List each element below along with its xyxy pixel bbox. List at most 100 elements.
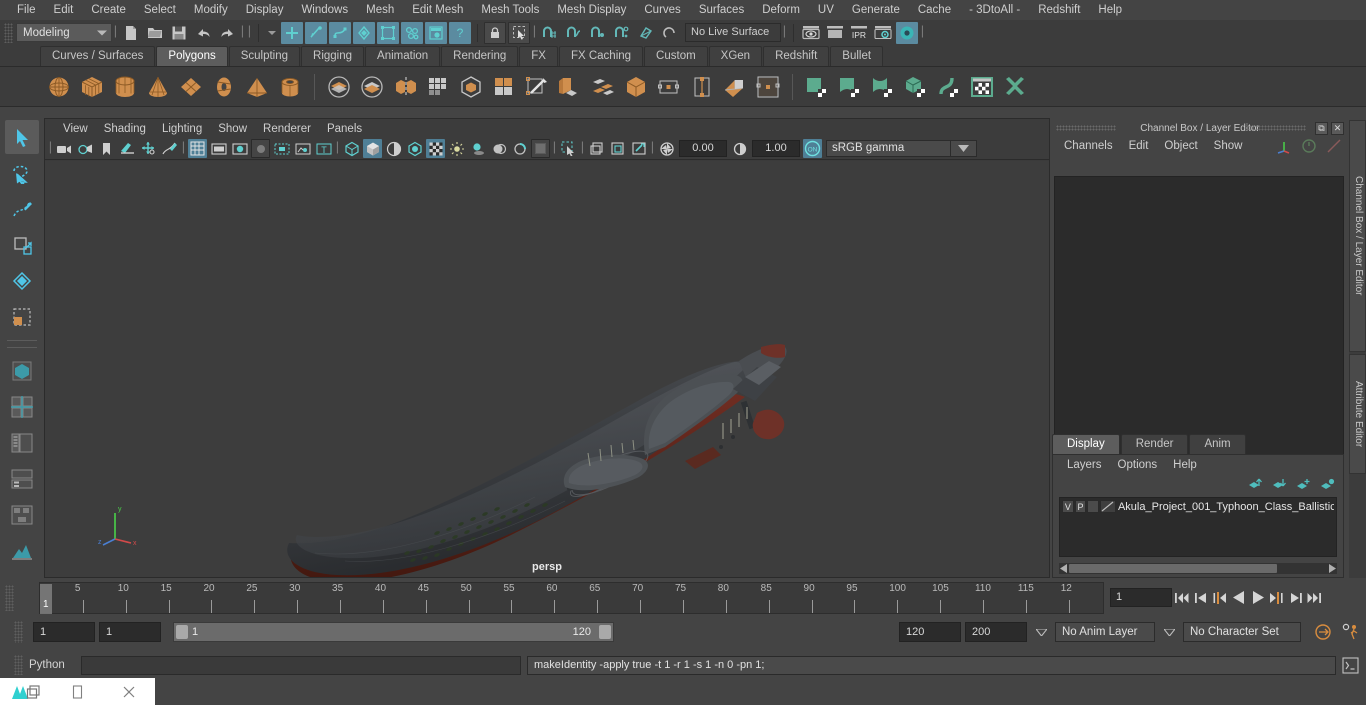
play-backwards-icon[interactable] bbox=[1230, 588, 1247, 608]
menu-item-modify[interactable]: Modify bbox=[185, 0, 237, 20]
exposure-field[interactable]: 0.00 bbox=[679, 140, 727, 157]
channel-box-menu-edit[interactable]: Edit bbox=[1121, 140, 1157, 152]
playback-end-time-field[interactable]: 120 bbox=[899, 622, 961, 642]
render-settings-icon[interactable] bbox=[872, 22, 894, 44]
shelf-tab-sculpting[interactable]: Sculpting bbox=[229, 46, 300, 66]
menu-item-windows[interactable]: Windows bbox=[292, 0, 357, 20]
status-line-grip[interactable] bbox=[4, 23, 13, 43]
menu-item-3dtoall[interactable]: - 3DtoAll - bbox=[960, 0, 1029, 20]
menu-item-file[interactable]: File bbox=[8, 0, 45, 20]
step-forward-key-icon[interactable] bbox=[1268, 588, 1285, 608]
polygon-cylinder-icon[interactable] bbox=[110, 72, 140, 102]
layer-menu-options[interactable]: Options bbox=[1110, 459, 1166, 471]
safe-action-icon[interactable] bbox=[293, 139, 312, 158]
viewport-snapshot-icon[interactable] bbox=[629, 139, 648, 158]
command-line-grip[interactable] bbox=[14, 655, 23, 675]
menu-item-create[interactable]: Create bbox=[82, 0, 135, 20]
move-layer-down-icon[interactable] bbox=[1272, 478, 1287, 491]
menu-item-edit[interactable]: Edit bbox=[45, 0, 83, 20]
film-gate-icon[interactable] bbox=[209, 139, 228, 158]
menu-item-display[interactable]: Display bbox=[237, 0, 293, 20]
boolean-difference-icon[interactable] bbox=[357, 72, 387, 102]
sculpt-geometry-icon[interactable] bbox=[753, 72, 783, 102]
anim-layer-chevron-icon[interactable] bbox=[1031, 622, 1051, 642]
shelf-tab-rigging[interactable]: Rigging bbox=[301, 46, 364, 66]
menu-set-selector[interactable]: Modeling bbox=[16, 23, 112, 42]
viewport-menu-shading[interactable]: Shading bbox=[96, 123, 154, 135]
redo-button[interactable] bbox=[216, 22, 238, 44]
gate-mask-icon[interactable] bbox=[251, 139, 270, 158]
view-transform-enabled-icon[interactable]: ON bbox=[803, 139, 822, 158]
quad-draw-icon[interactable] bbox=[720, 72, 750, 102]
layer-list-horizontal-scrollbar[interactable] bbox=[1059, 563, 1337, 574]
script-editor-icon[interactable] bbox=[1340, 655, 1360, 675]
bookmark-icon[interactable] bbox=[97, 139, 116, 158]
range-left-handle[interactable] bbox=[176, 625, 188, 639]
layer-editor-tab-render[interactable]: Render bbox=[1121, 434, 1189, 454]
menu-item-help[interactable]: Help bbox=[1089, 0, 1131, 20]
scroll-right-arrow-icon[interactable] bbox=[1328, 564, 1336, 573]
polygon-cone-icon[interactable] bbox=[143, 72, 173, 102]
viewport-toolbar-grip[interactable]: | bbox=[47, 139, 54, 159]
hardware-texture-icon[interactable] bbox=[405, 139, 424, 158]
curve-icon[interactable] bbox=[1326, 138, 1342, 154]
manipulator-axis-icon[interactable] bbox=[1276, 138, 1292, 154]
exposure-icon[interactable] bbox=[657, 139, 676, 158]
menu-item-edit-mesh[interactable]: Edit Mesh bbox=[403, 0, 472, 20]
uv-unfold-icon[interactable] bbox=[934, 72, 964, 102]
sidebar-tab-attribute-editor[interactable]: Attribute Editor bbox=[1349, 354, 1366, 474]
smooth-icon[interactable] bbox=[456, 72, 486, 102]
range-slider[interactable]: 1 120 bbox=[173, 622, 614, 642]
polygon-pipe-icon[interactable] bbox=[275, 72, 305, 102]
select-by-component-icon[interactable] bbox=[329, 22, 351, 44]
display-layers-icon[interactable] bbox=[587, 139, 606, 158]
viewport-menu-lighting[interactable]: Lighting bbox=[154, 123, 210, 135]
extrude-icon[interactable] bbox=[522, 72, 552, 102]
layer-visibility-toggle[interactable]: V bbox=[1062, 500, 1074, 513]
resolution-gate-icon[interactable] bbox=[230, 139, 249, 158]
select-tool-mask-icon[interactable] bbox=[508, 22, 530, 44]
viewport-menu-panels[interactable]: Panels bbox=[319, 123, 370, 135]
four-view-layout-icon[interactable] bbox=[5, 390, 39, 424]
polygon-sphere-icon[interactable] bbox=[44, 72, 74, 102]
menu-item-cache[interactable]: Cache bbox=[909, 0, 960, 20]
layer-shading-toggle[interactable] bbox=[1087, 500, 1099, 513]
command-language-label[interactable]: Python bbox=[29, 659, 81, 671]
multi-cut-icon[interactable] bbox=[489, 72, 519, 102]
menu-item-select[interactable]: Select bbox=[135, 0, 185, 20]
title-safe-icon[interactable]: T bbox=[314, 139, 333, 158]
auto-key-icon[interactable] bbox=[1313, 622, 1333, 642]
lock-icon[interactable] bbox=[484, 22, 506, 44]
shadows-icon[interactable] bbox=[468, 139, 487, 158]
grid-icon[interactable] bbox=[188, 139, 207, 158]
layer-menu-layers[interactable]: Layers bbox=[1059, 459, 1110, 471]
rotate-tool-icon[interactable] bbox=[5, 264, 39, 298]
layer-playback-toggle[interactable]: P bbox=[1075, 500, 1087, 513]
layer-row[interactable]: V P Akula_Project_001_Typhoon_Class_Ball… bbox=[1060, 498, 1336, 515]
redo-previous-render-icon[interactable] bbox=[824, 22, 846, 44]
hypershade-layout-icon[interactable] bbox=[5, 498, 39, 532]
gamma-field[interactable]: 1.00 bbox=[752, 140, 800, 157]
range-row-grip[interactable] bbox=[14, 621, 23, 643]
mirror-icon[interactable] bbox=[423, 72, 453, 102]
time-slider[interactable]: 1 51015202530354045505560657075808590951… bbox=[39, 582, 1104, 614]
animation-preferences-icon[interactable] bbox=[1341, 622, 1361, 642]
lock-camera-icon[interactable] bbox=[76, 139, 95, 158]
menu-item-deform[interactable]: Deform bbox=[753, 0, 809, 20]
scrollbar-thumb[interactable] bbox=[1069, 564, 1277, 573]
animation-start-time-field[interactable]: 1 bbox=[33, 622, 95, 642]
shelf-tab-custom[interactable]: Custom bbox=[644, 46, 708, 66]
snap-to-point-icon[interactable] bbox=[587, 22, 609, 44]
shelf-tab-animation[interactable]: Animation bbox=[365, 46, 440, 66]
select-tool-icon[interactable] bbox=[5, 120, 39, 154]
layer-list[interactable]: V P Akula_Project_001_Typhoon_Class_Ball… bbox=[1059, 497, 1337, 557]
sidebar-tab-channel-box[interactable]: Channel Box / Layer Editor bbox=[1349, 120, 1366, 352]
open-scene-button[interactable] bbox=[144, 22, 166, 44]
polygon-pyramid-icon[interactable] bbox=[242, 72, 272, 102]
bevel-icon[interactable] bbox=[555, 72, 585, 102]
viewport-menu-show[interactable]: Show bbox=[210, 123, 255, 135]
select-mask-points-icon[interactable] bbox=[353, 22, 375, 44]
menu-item-redshift[interactable]: Redshift bbox=[1029, 0, 1089, 20]
persp-graph-layout-icon[interactable] bbox=[5, 462, 39, 496]
select-mask-rendering-icon[interactable] bbox=[425, 22, 447, 44]
